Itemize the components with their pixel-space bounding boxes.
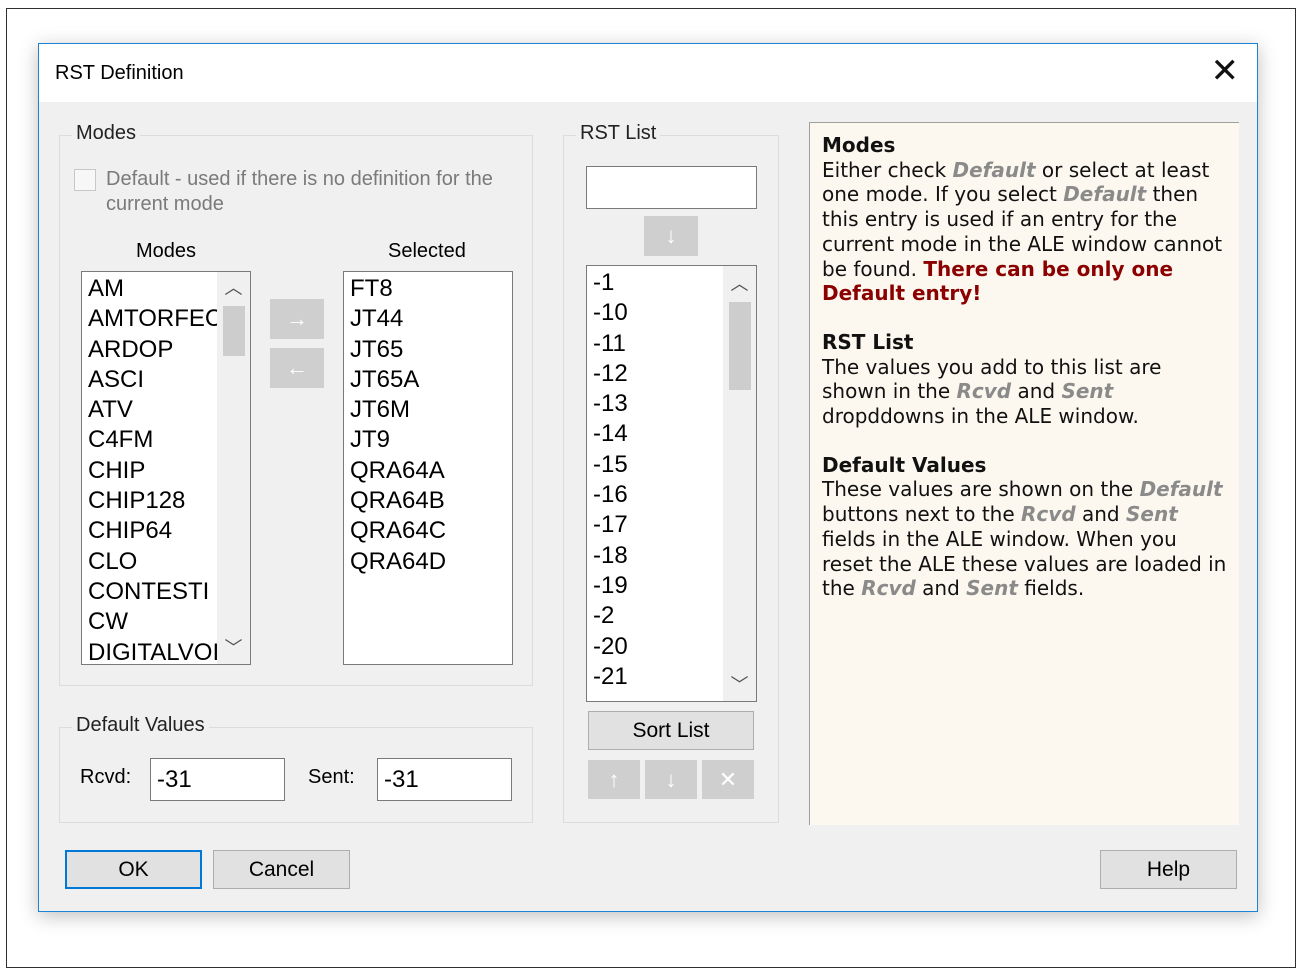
help-text: and	[915, 576, 967, 601]
list-item[interactable]: FT8	[350, 274, 512, 304]
default-checkbox-label: Default - used if there is no definition…	[106, 167, 493, 217]
help-button[interactable]: Help	[1100, 850, 1237, 889]
list-item[interactable]: QRA64A	[350, 456, 512, 486]
ok-button[interactable]: OK	[65, 850, 202, 889]
modes-group-label: Modes	[72, 122, 141, 145]
list-item[interactable]: JT6M	[350, 395, 512, 425]
title-bar: RST Definition ✕	[39, 44, 1257, 102]
list-item[interactable]: JT65A	[350, 365, 512, 395]
rcvd-default-input[interactable]: -31	[150, 758, 285, 801]
add-rst-button[interactable]: ↓	[644, 216, 698, 256]
cancel-button[interactable]: Cancel	[213, 850, 350, 889]
list-item[interactable]: JT44	[350, 304, 512, 334]
default-checkbox[interactable]	[74, 169, 96, 191]
list-item[interactable]: QRA64C	[350, 516, 512, 546]
rst-definition-dialog: RST Definition ✕ Modes Default - used if…	[38, 43, 1258, 912]
help-default-values-section: Default Values These values are shown on…	[822, 453, 1227, 601]
default-label-line2: current mode	[106, 193, 224, 215]
modes-listbox[interactable]: AM AMTORFEC ARDOP ASCI ATV C4FM CHIP CHIP128 CHI…	[81, 271, 251, 665]
add-mode-button[interactable]: →	[270, 299, 324, 339]
scroll-down-icon[interactable]: ﹀	[723, 669, 756, 701]
scroll-up-icon[interactable]: ︿	[723, 268, 756, 300]
modes-group: Modes Default - used if there is no defi…	[59, 122, 533, 686]
modes-scroll-thumb[interactable]	[223, 306, 245, 356]
help-emphasis: Sent	[1061, 379, 1114, 404]
help-emphasis: Rcvd	[861, 576, 916, 601]
help-modes-heading: Modes	[822, 133, 896, 157]
help-emphasis: Default	[1063, 182, 1147, 207]
help-text: buttons next to the	[822, 502, 1022, 527]
help-text: and	[1075, 502, 1126, 527]
help-text: fields.	[1017, 576, 1085, 601]
help-rst-section: RST List The values you add to this list…	[822, 330, 1227, 429]
help-emphasis: Default	[952, 157, 1036, 182]
list-item[interactable]: QRA64B	[350, 486, 512, 516]
help-emphasis: Rcvd	[956, 379, 1012, 404]
list-item[interactable]: JT65	[350, 335, 512, 365]
rcvd-label: Rcvd:	[80, 766, 132, 788]
rst-scroll-thumb[interactable]	[729, 302, 751, 390]
sent-default-input[interactable]: -31	[377, 758, 512, 801]
list-item[interactable]: JT9	[350, 425, 512, 455]
help-modes-section: Modes Either check Default or select at …	[822, 133, 1227, 306]
rst-listbox[interactable]: -1 -10 -11 -12 -13 -14 -15 -16 -17 -18 -19 -2 -20 -21…	[586, 265, 757, 702]
modes-list-header: Modes	[136, 240, 197, 262]
sort-list-button[interactable]: Sort List	[588, 711, 754, 750]
help-text: and	[1011, 379, 1062, 404]
rst-list-group: RST List ↓ -1 -10 -11 -12 -13 -14 -15 -16 -17 -18…	[563, 122, 779, 823]
selected-list-header: Selected	[388, 240, 466, 262]
help-panel: Modes Either check Default or select at …	[809, 122, 1239, 825]
help-default-values-heading: Default Values	[822, 452, 987, 477]
help-text: Either check	[822, 157, 953, 182]
selected-listbox[interactable]: FT8 JT44 JT65 JT65A JT6M JT9 QRA64A QRA64B QRA64…	[343, 271, 513, 665]
default-values-group: Default Values Rcvd: -31 Sent: -31	[59, 714, 533, 823]
default-values-group-label: Default Values	[72, 714, 209, 737]
help-rst-heading: RST List	[822, 329, 914, 354]
move-down-button[interactable]: ↓	[645, 760, 697, 799]
remove-mode-button[interactable]: ←	[270, 348, 324, 388]
list-item[interactable]: QRA64D	[350, 547, 512, 577]
help-emphasis: Default	[1139, 477, 1223, 502]
scroll-up-icon[interactable]: ︿	[217, 272, 250, 304]
help-emphasis: Rcvd	[1021, 502, 1076, 527]
close-icon[interactable]: ✕	[1211, 54, 1240, 88]
rst-list-group-label: RST List	[576, 122, 661, 145]
help-text: These values are shown on the	[822, 477, 1140, 502]
rst-scrollbar[interactable]: ︿ ﹀	[723, 266, 756, 701]
selected-items: FT8 JT44 JT65 JT65A JT6M JT9 QRA64A QRA64B QRA64…	[350, 274, 512, 577]
modes-scrollbar[interactable]: ︿ ﹀	[217, 272, 250, 664]
dialog-title: RST Definition	[55, 62, 184, 84]
scroll-down-icon[interactable]: ﹀	[217, 632, 250, 664]
help-emphasis: Sent	[966, 576, 1018, 601]
default-label-line1: Default - used if there is no definition…	[106, 168, 493, 190]
delete-rst-button[interactable]: ✕	[702, 760, 754, 799]
help-text: dropddowns in the ALE window.	[822, 404, 1139, 429]
rst-value-input[interactable]	[586, 166, 757, 209]
move-up-button[interactable]: ↑	[588, 760, 640, 799]
sent-label: Sent:	[308, 766, 355, 788]
help-emphasis: Sent	[1125, 502, 1178, 527]
